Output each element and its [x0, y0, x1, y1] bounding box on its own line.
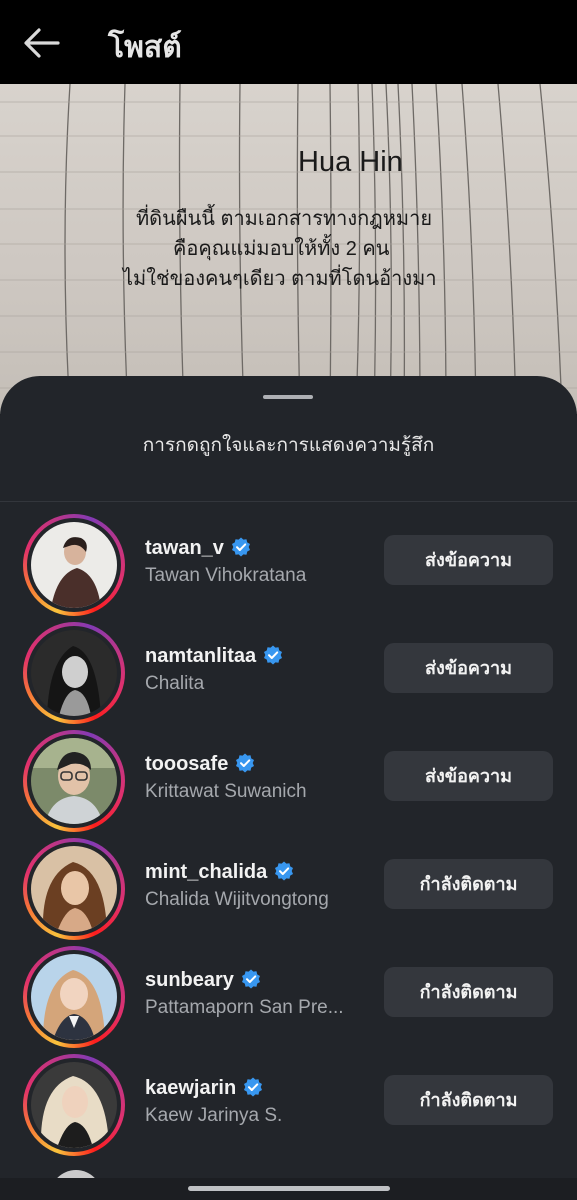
verified-badge-icon: [241, 969, 260, 989]
system-nav-bar: [0, 1178, 577, 1200]
full-name: Krittawat Suwanich: [145, 781, 307, 802]
list-item[interactable]: mint_chalida Chalida Wijitvongtong กำลัง…: [0, 832, 577, 940]
avatar[interactable]: [31, 630, 117, 716]
following-button[interactable]: กำลังติดตาม: [384, 1075, 553, 1125]
verified-badge-icon: [244, 1077, 263, 1097]
username[interactable]: tooosafe: [145, 753, 255, 776]
story-ring[interactable]: [23, 730, 125, 832]
username[interactable]: tawan_v: [145, 537, 251, 560]
avatar[interactable]: [31, 1062, 117, 1148]
top-bar: โพสต์: [0, 0, 577, 84]
username[interactable]: mint_chalida: [145, 861, 294, 884]
username[interactable]: kaewjarin: [145, 1077, 263, 1100]
image-text-line: ไม่ใช่ของคนๆเดียว ตามที่โดนอ้างมา: [123, 268, 437, 290]
story-ring[interactable]: [23, 622, 125, 724]
sheet-title: การกดถูกใจและการแสดงความรู้สึก: [142, 435, 435, 456]
story-ring[interactable]: [23, 946, 125, 1048]
message-button[interactable]: ส่งข้อความ: [384, 535, 553, 585]
following-button[interactable]: กำลังติดตาม: [384, 859, 553, 909]
avatar[interactable]: [31, 522, 117, 608]
avatar[interactable]: [31, 846, 117, 932]
message-button[interactable]: ส่งข้อความ: [384, 751, 553, 801]
home-indicator[interactable]: [188, 1186, 390, 1191]
list-item[interactable]: tooosafe Krittawat Suwanich ส่งข้อความ: [0, 724, 577, 832]
divider: [0, 501, 577, 502]
reactions-sheet: การกดถูกใจและการแสดงความรู้สึก tawan_v T…: [0, 376, 577, 1200]
post-image[interactable]: Hua Hin ที่ดินผืนนี้ ตามเอกสารทางกฎหมาย …: [0, 84, 577, 414]
verified-badge-icon: [236, 753, 255, 773]
verified-badge-icon: [231, 537, 250, 557]
message-button[interactable]: ส่งข้อความ: [384, 643, 553, 693]
full-name: Chalita: [145, 673, 205, 694]
full-name: Pattamaporn San Pre...: [145, 997, 344, 1018]
image-text-line: ที่ดินผืนนี้ ตามเอกสารทางกฎหมาย: [136, 208, 433, 230]
username[interactable]: namtanlitaa: [145, 645, 283, 668]
username[interactable]: sunbeary: [145, 969, 261, 992]
list-item[interactable]: kaewjarin Kaew Jarinya S. กำลังติดตาม: [0, 1048, 577, 1156]
avatar[interactable]: [31, 954, 117, 1040]
full-name: Kaew Jarinya S.: [145, 1105, 283, 1126]
following-button[interactable]: กำลังติดตาม: [384, 967, 553, 1017]
story-ring[interactable]: [23, 514, 125, 616]
verified-badge-icon: [275, 861, 294, 881]
sheet-drag-handle[interactable]: [263, 395, 313, 399]
arrow-left-icon[interactable]: [22, 26, 62, 60]
image-text-heading: Hua Hin: [298, 146, 403, 178]
list-item[interactable]: sunbeary Pattamaporn San Pre... กำลังติด…: [0, 940, 577, 1048]
full-name: Tawan Vihokratana: [145, 565, 307, 586]
full-name: Chalida Wijitvongtong: [145, 889, 329, 910]
list-item[interactable]: namtanlitaa Chalita ส่งข้อความ: [0, 616, 577, 724]
avatar[interactable]: [31, 738, 117, 824]
image-text-line: คือคุณแม่มอบให้ทั้ง 2 คน: [173, 238, 390, 260]
story-ring[interactable]: [23, 838, 125, 940]
page-title: โพสต์: [108, 31, 182, 64]
story-ring[interactable]: [23, 1054, 125, 1156]
list-item[interactable]: tawan_v Tawan Vihokratana ส่งข้อความ: [0, 508, 577, 616]
verified-badge-icon: [264, 645, 283, 665]
